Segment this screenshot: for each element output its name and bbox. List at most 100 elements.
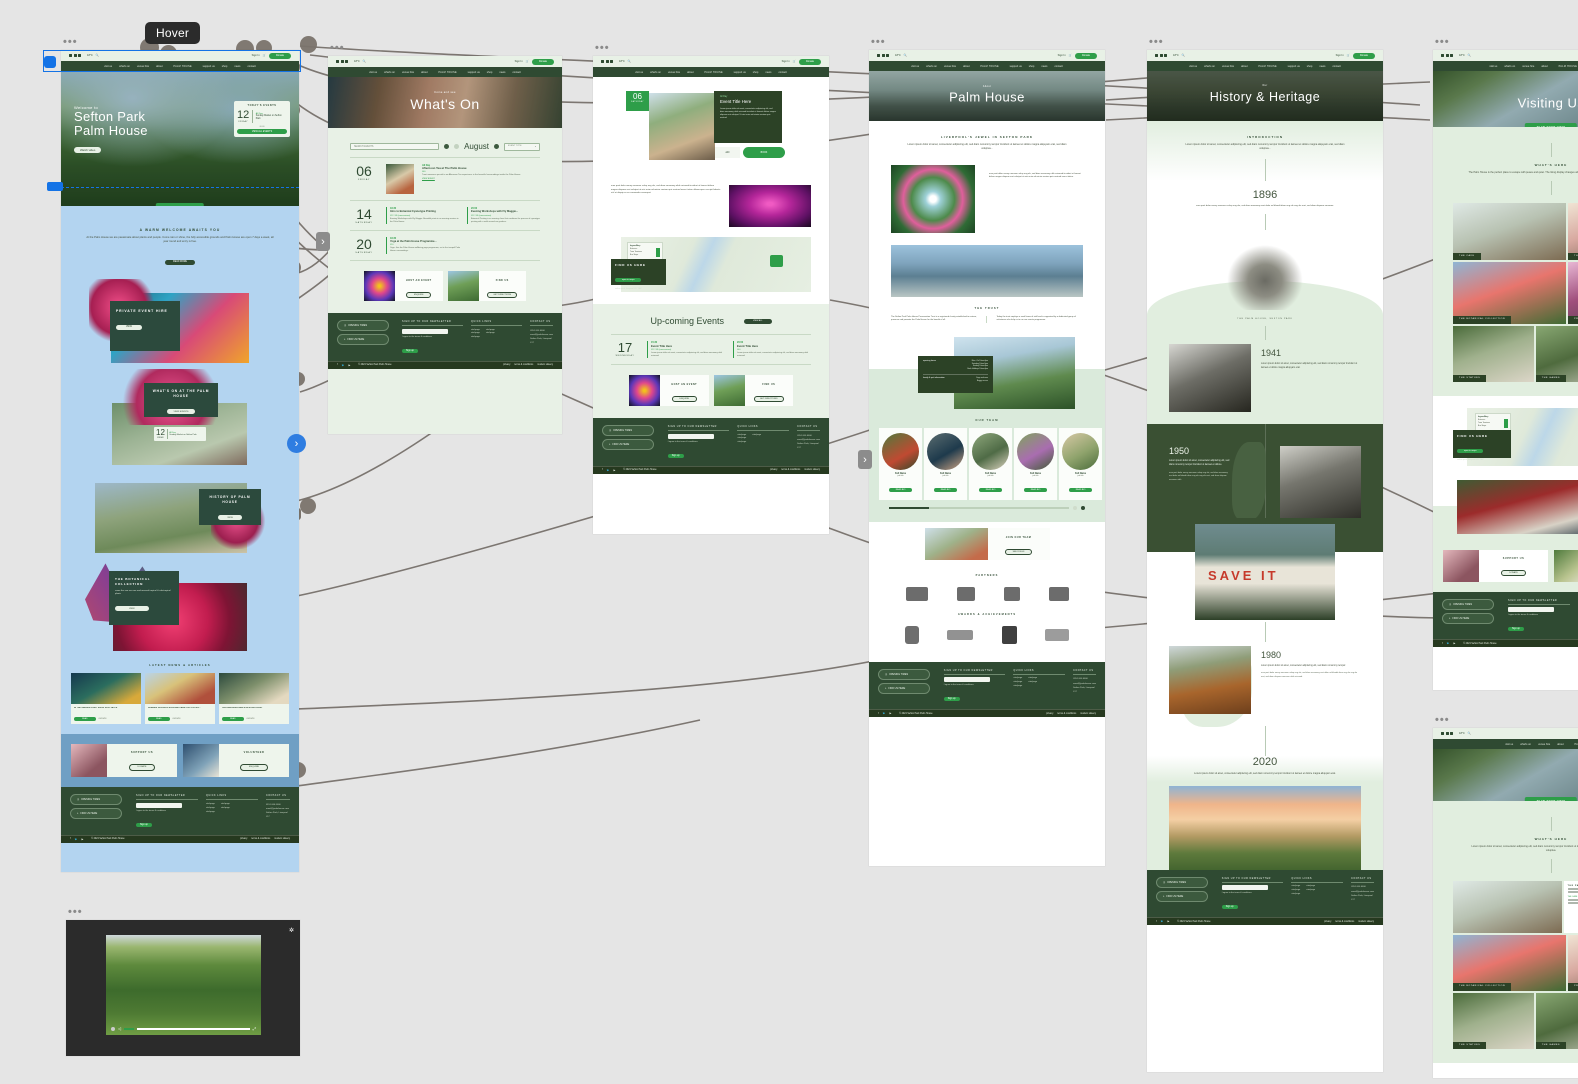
nav-item-6[interactable]: news [1319, 65, 1325, 68]
fullscreen-icon[interactable]: ⤢ [253, 1026, 256, 1031]
newsletter-signup-button[interactable]: Sign up [136, 822, 152, 827]
youtube-icon[interactable]: ▶ [349, 364, 351, 367]
email-input[interactable] [1508, 607, 1554, 613]
footer-link[interactable]: site/page [471, 336, 480, 340]
footer-link[interactable]: site/page [486, 332, 495, 336]
social-icons[interactable] [1155, 54, 1167, 57]
newsletter-signup-button[interactable]: Sign up [402, 348, 418, 353]
news-card[interactable]: IN THE GARDEN LIGHT SHOW SPECTACLE READ … [71, 673, 141, 725]
volume-icon[interactable]: ◁ [118, 1026, 121, 1031]
visiting-map-section[interactable]: legend/key Entrance Tram Terminus Bus St… [1453, 407, 1578, 466]
youtube-icon[interactable]: ▶ [614, 469, 616, 472]
site-logo[interactable]: PALM HOUSE [1570, 739, 1578, 749]
nav-item-2[interactable]: venue hire [1538, 743, 1550, 746]
footer-link[interactable]: site/page [206, 811, 215, 815]
promo-cta[interactable]: DONATE [1501, 569, 1526, 576]
footer-opening-times-button[interactable]: ◷ OPENING TIMES [1156, 876, 1208, 888]
team-member[interactable]: Full Name job title READ BIO [1059, 427, 1102, 500]
carousel-dot-active[interactable] [1081, 505, 1085, 510]
news-cta[interactable]: READ [148, 717, 170, 722]
twitter-icon[interactable]: 🐦 [1161, 920, 1164, 923]
event-link[interactable]: VIEW EVENT [422, 178, 540, 180]
topbar[interactable]: 18°C 🔍 Sign In 🛒 Donate [593, 56, 829, 67]
member-cta[interactable]: READ BIO [978, 487, 1003, 492]
nav-item-6[interactable]: news [765, 71, 771, 74]
todays-events-card[interactable]: TODAY'S EVENTS 12 FRIDAY All Day Sunday … [234, 101, 290, 137]
twitter-icon[interactable]: 🐦 [342, 364, 345, 367]
watch-video-button[interactable]: Watch video [74, 147, 102, 153]
promo-cta[interactable]: ENQUIRE [671, 396, 697, 402]
frame-video-player[interactable]: ••• ◁ ⤢ ✲ [66, 907, 300, 1056]
nav-item-2[interactable]: venue hire [1522, 65, 1534, 68]
team-member[interactable]: Full Name job title READ BIO [969, 427, 1012, 500]
card-botanical-collection[interactable]: THE BOTANICAL COLLECTION come the see ou… [61, 557, 299, 657]
prototype-node[interactable] [300, 36, 317, 53]
search-icon[interactable]: 🔍 [363, 60, 366, 63]
nav-item-1[interactable]: what's on [1204, 65, 1215, 68]
nav-item-3[interactable]: about [687, 71, 694, 74]
carousel-dots[interactable]: • • • [237, 124, 287, 128]
nav-item-0[interactable]: visit us [1505, 743, 1513, 746]
site-logo[interactable]: PALM HOUSE [1254, 61, 1281, 71]
cart-icon[interactable]: 🛒 [526, 60, 529, 63]
site-logo[interactable]: PALM HOUSE [434, 67, 461, 77]
video-surface[interactable]: ◁ ⤢ [106, 935, 261, 1035]
social-icons[interactable] [601, 60, 613, 63]
footer-opening-times-button[interactable]: ◷ OPENING TIMES [337, 320, 389, 331]
nav-item-5[interactable]: shop [753, 71, 759, 74]
tile-games[interactable]: THE GAMES [1535, 325, 1578, 382]
promo-cta[interactable]: ENQUIRE [406, 292, 432, 298]
nav-item-7[interactable]: contact [1332, 65, 1340, 68]
main-nav[interactable]: visit us what's on venue hire about PALM… [328, 67, 562, 77]
member-cta[interactable]: READ BIO [933, 487, 958, 492]
news-card[interactable]: OUR WEDDINGS ARE A SPECIAL EVENT READ 01… [219, 673, 289, 725]
youtube-icon[interactable]: ▶ [82, 838, 84, 841]
topbar[interactable]: 18°C 🔍 Sign In 🛒 Donate [328, 56, 562, 67]
newsletter-signup-button[interactable]: Sign up [667, 453, 684, 458]
legal-privacy[interactable]: privacy [240, 838, 247, 840]
legal-terms[interactable]: terms & conditions [514, 364, 533, 366]
footer-find-us-button[interactable]: ⌖ FIND US HERE [1442, 612, 1494, 624]
twitter-icon[interactable]: 🐦 [883, 712, 886, 715]
nav-item-4[interactable]: support us [1010, 65, 1022, 68]
footer-opening-times-button[interactable]: ◷ OPENING TIMES [70, 794, 122, 806]
card-cta[interactable]: VIEW EVENTS [166, 409, 196, 415]
nav-item-7[interactable]: contact [778, 71, 786, 74]
frame-visiting-us-a[interactable]: ••• 18°C 🔍 Sign In Donate visit us what'… [1433, 37, 1578, 690]
nav-item-2[interactable]: venue hire [944, 65, 956, 68]
promo-host-event[interactable]: HOST AN EVENT ENQUIRE [629, 375, 709, 406]
donate-button[interactable]: Donate [531, 58, 554, 65]
donate-button[interactable]: Donate [1074, 52, 1097, 59]
main-nav[interactable]: visit us what's on venue hire about PALM… [1147, 61, 1383, 71]
search-icon[interactable]: 🔍 [1182, 54, 1185, 57]
signin-link[interactable]: Sign In [1058, 54, 1066, 57]
facebook-icon[interactable]: f [878, 713, 879, 715]
newsletter-consent[interactable]: I agree to the terms & conditions [944, 684, 1006, 686]
newsletter-consent[interactable]: I agree to the terms & conditions [1508, 614, 1570, 616]
topbar[interactable]: 18°C 🔍 Sign In Donate [1433, 50, 1578, 61]
tile-private-hire[interactable]: PRIVATE & WEDDING HIRE [1568, 934, 1578, 991]
promo-host-event[interactable]: HOST AN EVENT ENQUIRE [364, 271, 443, 301]
carousel-dot[interactable] [1073, 505, 1077, 510]
search-icon[interactable]: 🔍 [1468, 54, 1471, 57]
card-private-event-hire[interactable]: PRIVATE EVENT HIRE VIEW [61, 279, 299, 369]
frame-history[interactable]: ••• 18°C 🔍 Sign In 🛒 Donate visit us wha… [1147, 37, 1383, 1072]
footer-link[interactable]: site/page [221, 807, 230, 811]
nav-item-0[interactable]: visit us [369, 71, 377, 74]
scroll-right-button[interactable]: › [858, 450, 872, 469]
prototype-node[interactable] [300, 498, 316, 514]
search-icon[interactable]: 🔍 [1468, 732, 1471, 735]
newsletter-consent[interactable]: I agree to the terms & conditions [402, 336, 463, 338]
social-icons[interactable] [1441, 732, 1453, 735]
legal-slavery[interactable]: modern slavery [1080, 713, 1096, 715]
play-icon[interactable] [111, 1026, 115, 1031]
tile-palm-house[interactable]: THE PALM HOUSE [1568, 202, 1578, 260]
newsletter-signup-button[interactable]: Sign up [943, 697, 960, 702]
join-team-card[interactable]: JOIN OUR TEAM SEE ROLES [924, 527, 1050, 560]
tile-statues[interactable]: THE STATUES [1453, 992, 1534, 1049]
chevron-left-icon[interactable] [454, 144, 460, 149]
promo-cta[interactable]: DONATE [128, 763, 156, 771]
footer-opening-times-button[interactable]: ◷ OPENING TIMES [602, 425, 654, 436]
member-cta[interactable]: READ BIO [1023, 487, 1048, 492]
nav-item-2[interactable]: venue hire [402, 71, 414, 74]
